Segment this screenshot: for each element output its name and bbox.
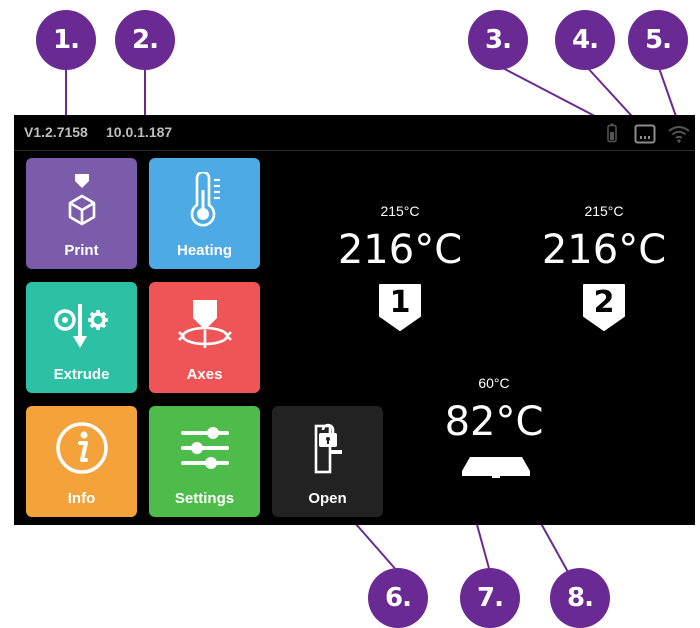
info-button[interactable]: Info [26, 406, 137, 517]
extrude-button[interactable]: Extrude [26, 282, 137, 393]
print-label: Print [64, 242, 99, 259]
extruder-1-label: 1 [389, 285, 411, 320]
callout-5: 5. [628, 10, 688, 70]
extruder-1-current-temp: 216°C [337, 227, 463, 273]
door-lock-icon [314, 423, 342, 474]
heating-label: Heating [176, 242, 232, 259]
callout-2: 2. [115, 10, 175, 70]
info-label: Info [67, 490, 96, 507]
heating-button[interactable]: Heating [149, 158, 260, 269]
printer-touchscreen: V1.2.7158 10.0.1.187 Print Heating Extru… [14, 115, 695, 525]
axes-button[interactable]: Axes [149, 282, 260, 393]
firmware-version: V1.2.7158 [24, 124, 88, 140]
extruder-1-target-temp: 215°C [380, 203, 420, 219]
sliders-icon [180, 427, 229, 469]
extruder-2-target-temp: 215°C [584, 203, 624, 219]
callout-1: 1. [36, 10, 96, 70]
print-icon [68, 174, 95, 226]
axes-icon [177, 300, 232, 348]
wifi-icon [668, 126, 690, 143]
callout-4: 4. [555, 10, 615, 70]
thermometer-icon [190, 172, 220, 227]
status-bar: V1.2.7158 10.0.1.187 [14, 115, 695, 151]
extruder-2-current-temp: 216°C [541, 227, 667, 273]
settings-button[interactable]: Settings [149, 406, 260, 517]
ethernet-icon [634, 124, 656, 144]
print-button[interactable]: Print [26, 158, 137, 269]
open-button[interactable]: Open [272, 406, 383, 517]
settings-label: Settings [174, 490, 235, 507]
heated-bed-icon[interactable] [460, 455, 532, 479]
open-label: Open [308, 490, 347, 507]
callout-8: 8. [550, 568, 610, 628]
extruder-1-badge[interactable]: 1 [377, 282, 423, 332]
bed-current-temp: 82°C [444, 399, 544, 445]
extruder-2-label: 2 [593, 285, 615, 320]
callout-6: 6. [368, 568, 428, 628]
callout-3: 3. [468, 10, 528, 70]
extruder-2-badge[interactable]: 2 [581, 282, 627, 332]
battery-icon [607, 123, 617, 143]
bed-target-temp: 60°C [478, 375, 510, 391]
info-icon [55, 422, 108, 474]
extrude-label: Extrude [53, 366, 110, 383]
extrude-icon [53, 304, 108, 348]
callout-7: 7. [460, 568, 520, 628]
axes-label: Axes [186, 366, 223, 383]
ip-address: 10.0.1.187 [106, 124, 173, 140]
